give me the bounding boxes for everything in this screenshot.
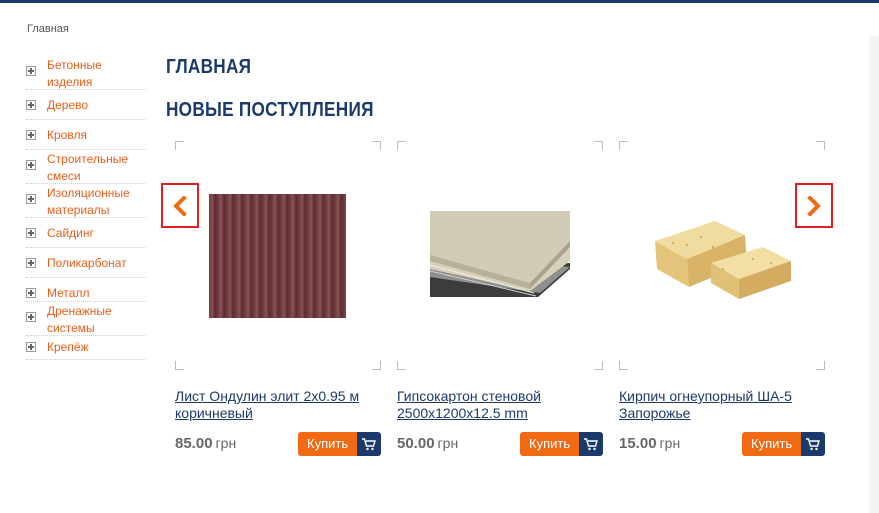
cart-icon[interactable] bbox=[801, 432, 825, 456]
price-value: 15.00 bbox=[619, 435, 657, 452]
product-name-link[interactable]: Гипсокартон стеновой 2500x1200x12.5 mm bbox=[397, 388, 603, 422]
sidebar-item-label[interactable]: Кровля bbox=[47, 126, 87, 145]
sidebar-item-polycarbonate[interactable]: Поликарбонат bbox=[26, 248, 146, 278]
sidebar-item-siding[interactable]: Сайдинг bbox=[26, 218, 146, 248]
cart-icon[interactable] bbox=[579, 432, 603, 456]
expand-plus-icon[interactable] bbox=[26, 288, 36, 298]
product-image-frame[interactable] bbox=[619, 141, 825, 370]
page-title: ГЛАВНАЯ bbox=[166, 56, 252, 78]
carousel-next-button[interactable] bbox=[795, 183, 833, 228]
price-value: 50.00 bbox=[397, 435, 435, 452]
frame-corner bbox=[594, 141, 603, 150]
sidebar-item-metal[interactable]: Металл bbox=[26, 278, 146, 302]
breadcrumb-home[interactable]: Главная bbox=[27, 23, 69, 35]
frame-corner bbox=[816, 141, 825, 150]
sidebar-item-fasteners[interactable]: Крепёж bbox=[26, 336, 146, 360]
frame-corner bbox=[397, 361, 406, 370]
price-currency: грн bbox=[215, 435, 237, 451]
frame-corner bbox=[175, 361, 184, 370]
frame-corner bbox=[816, 361, 825, 370]
expand-plus-icon[interactable] bbox=[26, 130, 36, 140]
frame-corner bbox=[594, 361, 603, 370]
expand-plus-icon[interactable] bbox=[26, 194, 36, 204]
product-card: Лист Ондулин элит 2x0.95 м коричневый 85… bbox=[175, 141, 381, 461]
section-title-new-arrivals: НОВЫЕ ПОСТУПЛЕНИЯ bbox=[166, 99, 374, 121]
brown-corrugated-sheet-image[interactable] bbox=[209, 194, 346, 318]
sidebar-item-insulation[interactable]: Изоляционные материалы bbox=[26, 184, 146, 218]
expand-plus-icon[interactable] bbox=[26, 312, 36, 322]
sidebar-item-roofing[interactable]: Кровля bbox=[26, 120, 146, 150]
sidebar-item-label[interactable]: Сайдинг bbox=[47, 224, 94, 243]
fireclay-bricks-image[interactable] bbox=[653, 207, 793, 299]
product-image-frame[interactable] bbox=[175, 141, 381, 370]
product-name-link[interactable]: Кирпич огнеупорный ША-5 Запорожье bbox=[619, 388, 825, 422]
top-accent-bar bbox=[0, 0, 879, 3]
sidebar-item-label[interactable]: Дерево bbox=[47, 96, 88, 115]
buy-button-label[interactable]: Купить bbox=[298, 432, 357, 456]
sidebar-item-label[interactable]: Крепёж bbox=[47, 338, 89, 357]
chevron-right-icon[interactable] bbox=[807, 195, 821, 216]
sidebar-item-label[interactable]: Бетонные изделия bbox=[47, 56, 127, 92]
frame-corner bbox=[372, 141, 381, 150]
product-image-frame[interactable] bbox=[397, 141, 603, 370]
buy-button[interactable]: Купить bbox=[298, 432, 381, 456]
product-price: 50.00 грн bbox=[397, 435, 458, 452]
expand-plus-icon[interactable] bbox=[26, 160, 36, 170]
sidebar-item-wood[interactable]: Дерево bbox=[26, 90, 146, 120]
category-sidebar: Бетонные изделия Дерево Кровля Строитель… bbox=[26, 56, 146, 360]
scrollbar-track[interactable] bbox=[869, 36, 879, 513]
drywall-sheets-image[interactable] bbox=[430, 211, 570, 299]
sidebar-item-label[interactable]: Дренажные системы bbox=[47, 302, 127, 338]
cart-icon[interactable] bbox=[357, 432, 381, 456]
buy-button[interactable]: Купить bbox=[520, 432, 603, 456]
chevron-left-icon[interactable] bbox=[173, 195, 187, 216]
sidebar-item-label[interactable]: Поликарбонат bbox=[47, 254, 127, 273]
frame-corner bbox=[619, 141, 628, 150]
buy-button-label[interactable]: Купить bbox=[520, 432, 579, 456]
sidebar-item-mixes[interactable]: Строительные смеси bbox=[26, 150, 146, 184]
sidebar-item-drainage[interactable]: Дренажные системы bbox=[26, 302, 146, 336]
expand-plus-icon[interactable] bbox=[26, 342, 36, 352]
frame-corner bbox=[397, 141, 406, 150]
sidebar-item-label[interactable]: Строительные смеси bbox=[47, 150, 137, 186]
expand-plus-icon[interactable] bbox=[26, 228, 36, 238]
product-price: 15.00 грн bbox=[619, 435, 680, 452]
product-name-link[interactable]: Лист Ондулин элит 2x0.95 м коричневый bbox=[175, 388, 381, 422]
product-price: 85.00 грн bbox=[175, 435, 236, 452]
expand-plus-icon[interactable] bbox=[26, 66, 36, 76]
price-currency: грн bbox=[437, 435, 459, 451]
product-card: Гипсокартон стеновой 2500x1200x12.5 mm 5… bbox=[397, 141, 603, 461]
expand-plus-icon[interactable] bbox=[26, 258, 36, 268]
sidebar-item-label[interactable]: Изоляционные материалы bbox=[47, 184, 137, 220]
buy-button-label[interactable]: Купить bbox=[742, 432, 801, 456]
price-value: 85.00 bbox=[175, 435, 213, 452]
sidebar-item-concrete[interactable]: Бетонные изделия bbox=[26, 56, 146, 90]
expand-plus-icon[interactable] bbox=[26, 100, 36, 110]
frame-corner bbox=[175, 141, 184, 150]
carousel-prev-button[interactable] bbox=[161, 183, 199, 228]
buy-button[interactable]: Купить bbox=[742, 432, 825, 456]
frame-corner bbox=[372, 361, 381, 370]
frame-corner bbox=[619, 361, 628, 370]
price-currency: грн bbox=[659, 435, 681, 451]
sidebar-item-label[interactable]: Металл bbox=[47, 284, 89, 303]
